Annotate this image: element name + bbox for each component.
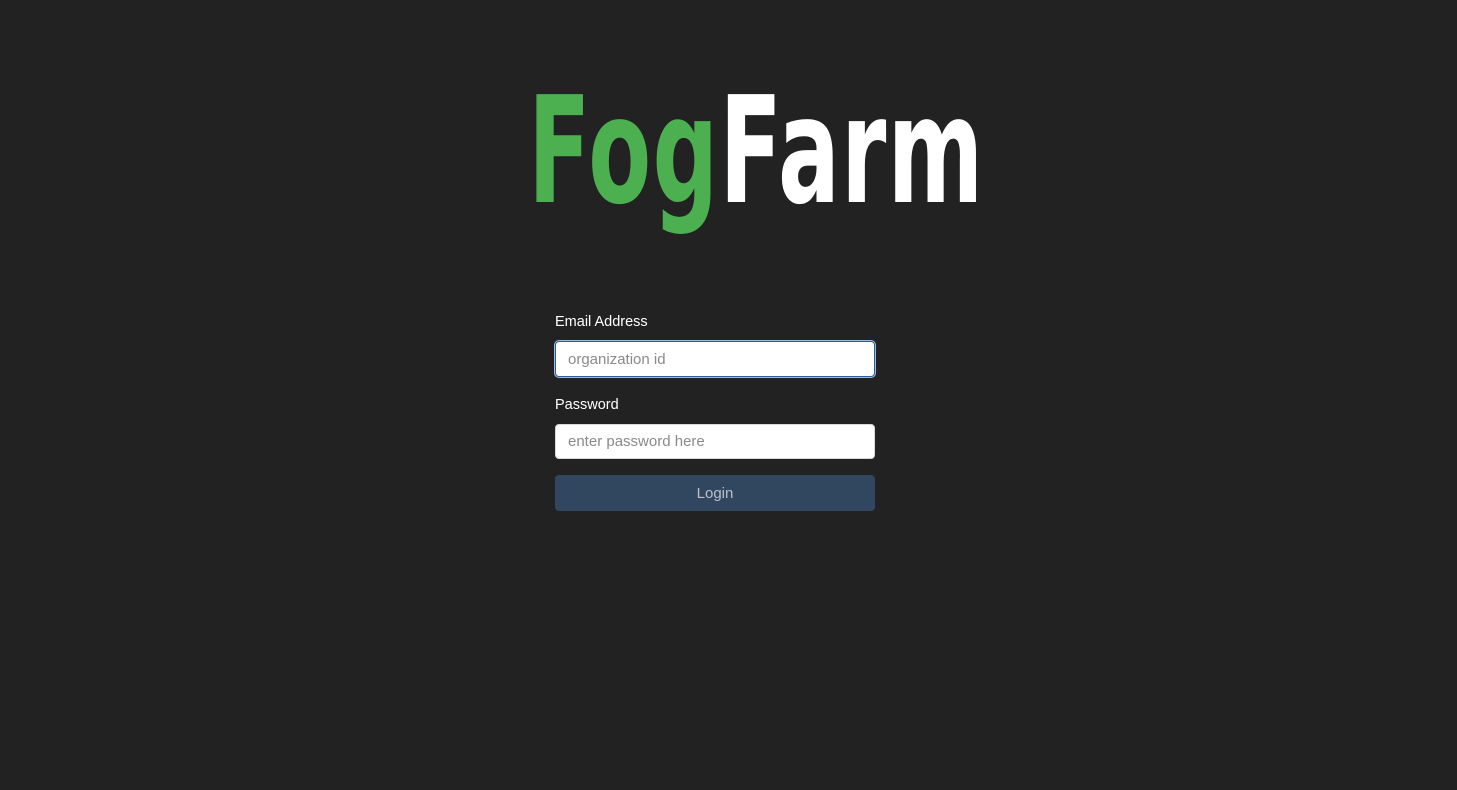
logo-fog-text: Fog — [528, 65, 720, 237]
email-field[interactable] — [555, 341, 875, 377]
login-page: FogFarm Email Address Password Login — [0, 0, 1457, 790]
logo-farm-text: Farm — [719, 65, 985, 237]
login-form: Email Address Password Login — [555, 312, 875, 511]
password-label: Password — [555, 397, 619, 413]
email-label: Email Address — [555, 314, 648, 330]
login-button[interactable]: Login — [555, 475, 875, 511]
fogfarm-logo: FogFarm — [528, 65, 983, 237]
password-field[interactable] — [555, 424, 875, 459]
